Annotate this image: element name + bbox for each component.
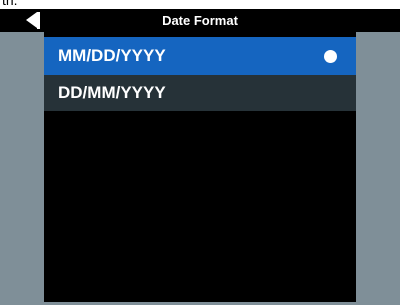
option-dd-mm-yyyy[interactable]: DD/MM/YYYY xyxy=(44,75,356,111)
clipped-page-text: th. xyxy=(2,0,18,8)
back-arrow-icon xyxy=(26,12,37,28)
option-label: DD/MM/YYYY xyxy=(58,83,166,102)
option-list: MM/DD/YYYY DD/MM/YYYY xyxy=(44,32,356,305)
screen: th. Date Format MM/DD/YYYY DD/MM/YYYY xyxy=(0,0,400,305)
back-arrow-bar-icon xyxy=(37,12,40,29)
right-side-panel xyxy=(356,32,400,305)
selected-radio-icon xyxy=(324,50,337,63)
option-label: MM/DD/YYYY xyxy=(58,46,166,65)
back-button[interactable] xyxy=(0,9,42,32)
left-side-panel xyxy=(0,32,44,305)
option-mm-dd-yyyy[interactable]: MM/DD/YYYY xyxy=(44,37,356,75)
header-bar: Date Format xyxy=(0,9,400,32)
page-title: Date Format xyxy=(162,13,238,28)
